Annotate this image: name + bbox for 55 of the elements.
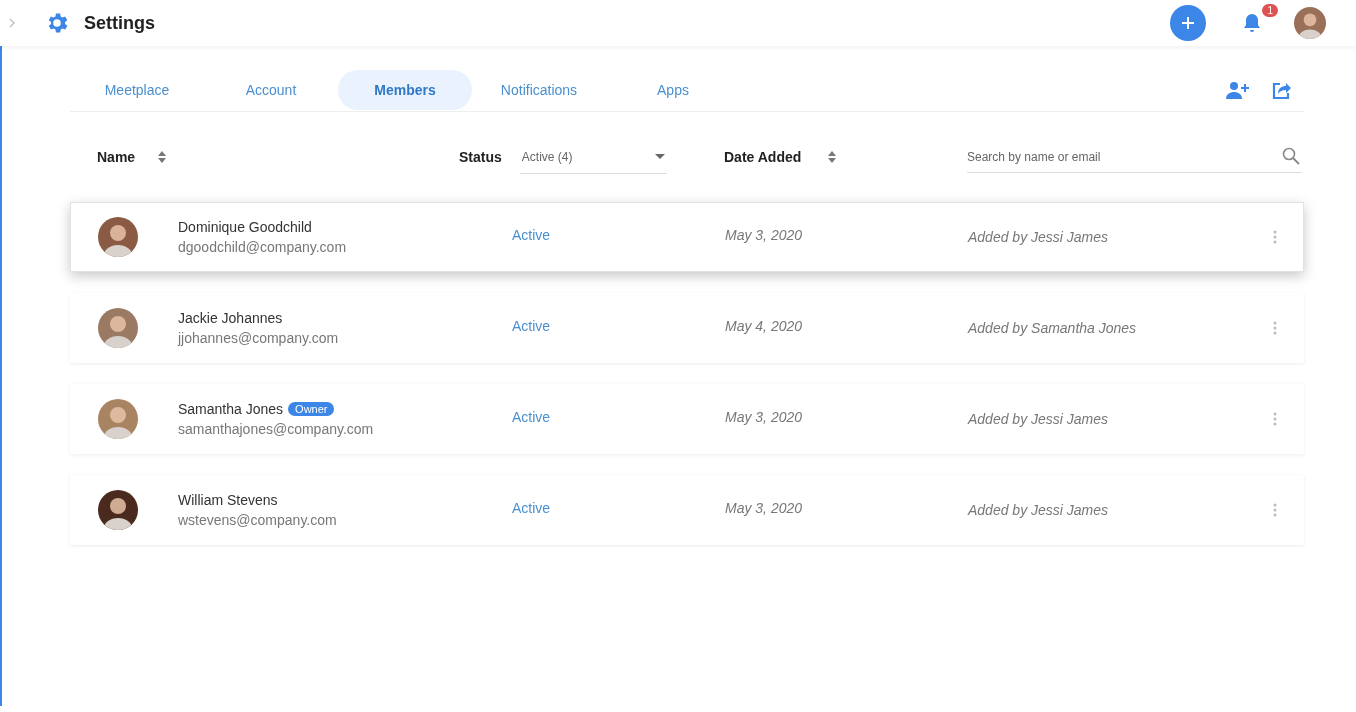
avatar — [1294, 7, 1326, 39]
member-email: dgoodchild@company.com — [178, 239, 347, 255]
caret-icon — [654, 153, 665, 160]
column-header: Status — [459, 149, 502, 165]
added-by: Added by Samantha Jones — [968, 320, 1138, 336]
bell-icon[interactable] — [1242, 12, 1262, 34]
tab[interactable]: Meetplace — [70, 70, 204, 110]
more-icon[interactable] — [1271, 321, 1279, 335]
more-icon[interactable] — [1271, 412, 1279, 426]
avatar — [98, 308, 138, 348]
member-status: Active — [512, 318, 551, 334]
member-card[interactable]: Jackie Johannes jjohannes@company.com Active May 4, 2020 Added by Samantha Jones — [70, 293, 1304, 363]
member-status: Active — [512, 409, 551, 425]
date-added: May 3, 2020 — [725, 409, 803, 425]
tab[interactable]: Apps — [606, 70, 740, 110]
add-button[interactable] — [1170, 5, 1206, 41]
search-icon[interactable] — [1282, 147, 1300, 165]
date-added: May 4, 2020 — [725, 318, 803, 334]
member-email: samanthajones@company.com — [178, 421, 374, 437]
date-added: May 3, 2020 — [725, 227, 803, 243]
column-header: Date Added — [724, 149, 802, 165]
member-name: William Stevens — [178, 492, 278, 508]
chevron-icon[interactable] — [8, 17, 16, 29]
member-name: Dominique Goodchild — [178, 219, 312, 235]
tab[interactable]: Account — [204, 70, 338, 110]
member-email: jjohannes@company.com — [178, 330, 339, 346]
member-email: wstevens@company.com — [178, 512, 337, 528]
avatar — [98, 490, 138, 530]
member-status: Active — [512, 227, 551, 243]
tab[interactable]: Members — [338, 70, 472, 110]
avatar — [98, 217, 138, 257]
tab[interactable]: Notifications — [472, 70, 606, 110]
status-dropdown[interactable]: Active (4) — [519, 140, 667, 174]
member-card[interactable]: Samantha Jones Owner samanthajones@company.com Active May 3, 2020 Added by Jessi James — [70, 384, 1304, 454]
owner-badge: Owner — [288, 402, 335, 416]
page-title: Settings — [84, 12, 155, 34]
added-by: Added by Jessi James — [968, 411, 1110, 427]
more-icon[interactable] — [1271, 230, 1279, 244]
member-name: Samantha Jones — [178, 401, 284, 417]
avatar — [98, 399, 138, 439]
member-card[interactable]: William Stevens wstevens@company.com Active May 3, 2020 Added by Jessi James — [70, 475, 1304, 545]
member-card[interactable]: Dominique Goodchild dgoodchild@company.com Active May 3, 2020 Added by Jessi James — [70, 202, 1304, 272]
member-name: Jackie Johannes — [178, 310, 283, 326]
plus-icon — [1180, 15, 1196, 31]
sort-icon[interactable] — [157, 150, 168, 164]
member-status: Active — [512, 500, 551, 516]
share-icon[interactable] — [1272, 81, 1292, 99]
date-added: May 3, 2020 — [725, 500, 803, 516]
notification-badge: 1 — [1262, 4, 1278, 17]
column-header: Name — [97, 149, 136, 165]
added-by: Added by Jessi James — [968, 229, 1110, 245]
more-icon[interactable] — [1271, 503, 1279, 517]
add-user-icon[interactable] — [1226, 81, 1250, 99]
sort-icon[interactable] — [827, 150, 838, 164]
added-by: Added by Jessi James — [968, 502, 1110, 518]
